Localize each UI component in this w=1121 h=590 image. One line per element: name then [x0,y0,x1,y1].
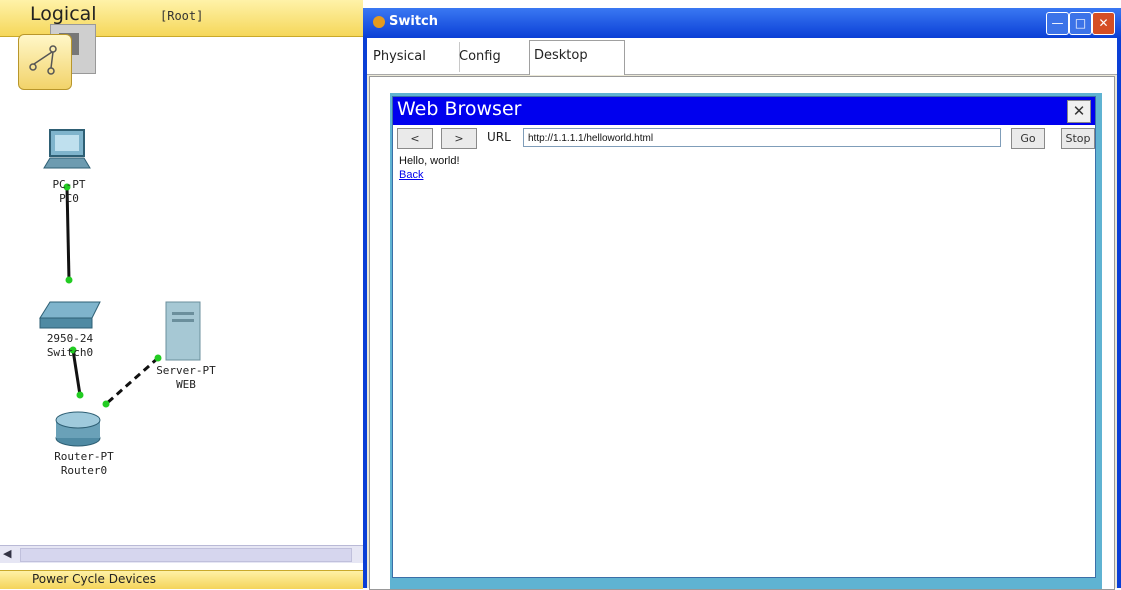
device-type: Server-PT [156,364,216,377]
device-type: 2950-24 [46,332,94,345]
stop-button[interactable]: Stop [1061,128,1095,149]
browser-titlebar: Web Browser ✕ [393,97,1095,125]
window-title: Switch [389,14,439,29]
tab-bar: Physical Config Desktop [367,38,1117,75]
close-button[interactable]: ✕ [1092,12,1115,35]
tab-desktop[interactable]: Desktop [529,40,625,75]
link-port-dot [76,391,84,399]
device-name: Switch0 [46,346,94,359]
device-name: PC0 [59,192,79,205]
link-port-dot [154,354,162,362]
device-name: WEB [176,378,196,391]
browser-navbar: < > URL http://1.1.1.1/helloworld.html G… [393,125,1095,151]
link-port-dot [65,276,73,284]
server-icon [165,301,201,361]
horizontal-scrollbar[interactable]: ◀ [0,545,363,563]
window-titlebar[interactable]: Switch — □ ✕ [363,8,1121,38]
back-link[interactable]: Back [399,169,423,181]
status-bar: Power Cycle Devices [0,570,363,589]
device-name: Router0 [60,464,108,477]
back-button[interactable]: < [397,128,433,149]
device-type: PC-PT [52,178,86,191]
scroll-left-icon[interactable]: ◀ [3,547,15,561]
minimize-button[interactable]: — [1046,12,1069,35]
tab-physical[interactable]: Physical [369,42,460,72]
maximize-button[interactable]: □ [1069,12,1092,35]
device-label-pc[interactable]: PC-PT PC0 [44,178,94,206]
forward-button[interactable]: > [441,128,477,149]
go-button[interactable]: Go [1011,128,1045,149]
power-cycle-devices-button[interactable]: Power Cycle Devices [32,572,156,586]
browser-page: Hello, world! Back [393,153,1093,573]
browser-title: Web Browser [397,98,522,120]
pc-icon [43,129,91,169]
app-icon [373,16,385,28]
device-label-server[interactable]: Server-PT WEB [146,364,226,392]
device-type: Router-PT [54,450,114,463]
logical-workspace[interactable]: Logical [Root] PC-PT PC0 2950-24 Switch0… [0,0,363,589]
browser-close-button[interactable]: ✕ [1067,100,1091,123]
scrollbar-thumb[interactable] [20,548,352,562]
switch-icon [39,301,101,329]
web-browser: Web Browser ✕ < > URL http://1.1.1.1/hel… [392,96,1096,578]
router-icon [55,411,101,447]
page-text: Hello, world! [399,155,460,167]
window-client: Physical Config Desktop Web Browser ✕ < … [367,38,1117,590]
url-input[interactable]: http://1.1.1.1/helloworld.html [523,128,1001,147]
tab-config[interactable]: Config [455,42,534,72]
link-port-dot [102,400,110,408]
device-label-switch[interactable]: 2950-24 Switch0 [40,332,100,360]
device-label-router[interactable]: Router-PT Router0 [44,450,124,478]
switch-window: Switch — □ ✕ Physical Config Desktop Web… [363,8,1121,590]
url-label: URL [487,130,511,144]
